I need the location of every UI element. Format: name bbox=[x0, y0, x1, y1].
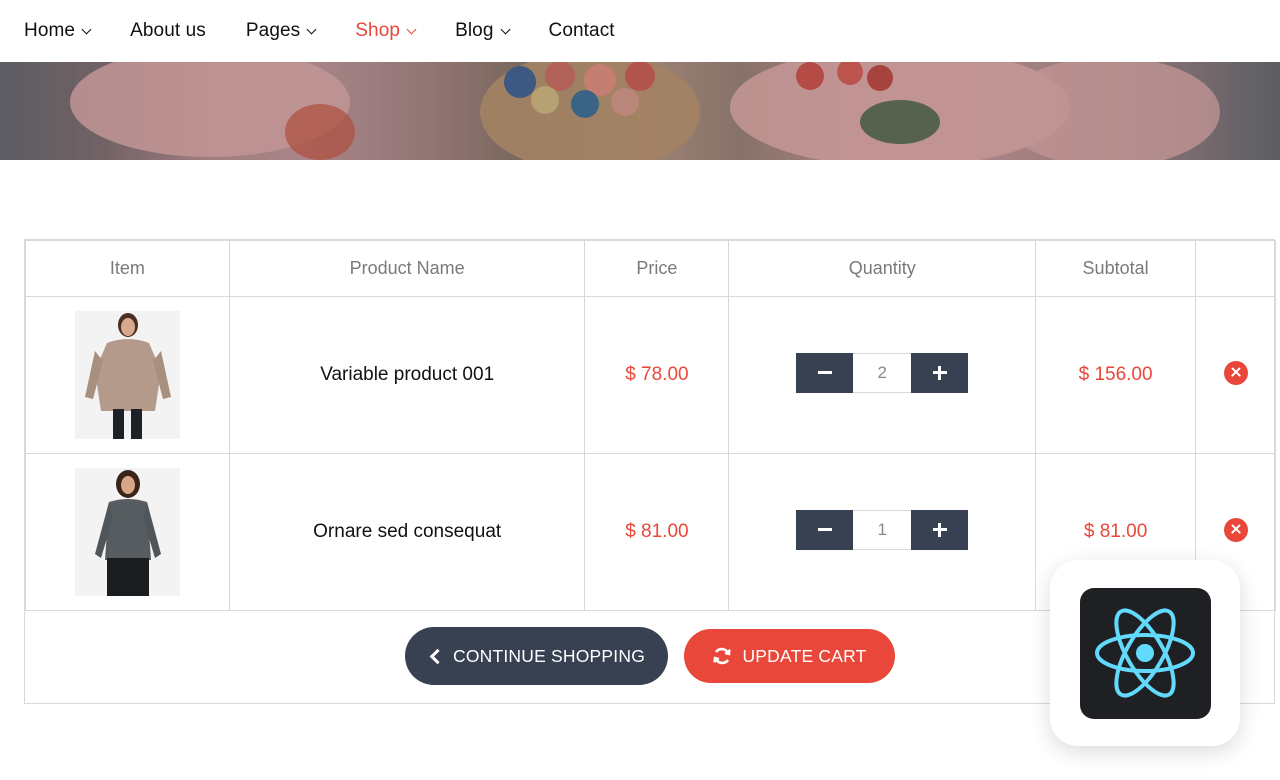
react-badge-tile bbox=[1079, 587, 1211, 719]
continue-shopping-label: CONTINUE SHOPPING bbox=[452, 645, 646, 666]
nav-item-label: Pages bbox=[245, 20, 301, 41]
nav-item-pages[interactable]: Pages bbox=[245, 20, 317, 42]
react-logo-icon bbox=[1095, 608, 1195, 698]
quantity-cell: 1 bbox=[728, 453, 1037, 611]
product-name-cell: Ornare sed consequat bbox=[228, 453, 586, 611]
nav-item-about[interactable]: About us bbox=[130, 20, 206, 42]
chevron-down-icon bbox=[500, 24, 510, 34]
quantity-cell: 2 bbox=[728, 296, 1037, 454]
remove-cell bbox=[1195, 296, 1276, 454]
product-name[interactable]: Ornare sed consequat bbox=[313, 521, 501, 542]
chevron-down-icon bbox=[406, 24, 417, 34]
product-image bbox=[74, 468, 180, 596]
hero-banner bbox=[0, 62, 1280, 160]
nav-item-shop[interactable]: Shop bbox=[355, 20, 417, 42]
remove-item-button[interactable] bbox=[1223, 517, 1248, 542]
header-remove bbox=[1195, 240, 1276, 297]
update-cart-label: UPDATE CART bbox=[742, 645, 867, 666]
plus-icon-vertical bbox=[938, 365, 942, 380]
product-name[interactable]: Variable product 001 bbox=[320, 364, 494, 385]
product-subtotal: $ 156.00 bbox=[1078, 364, 1153, 385]
decrease-quantity-button[interactable] bbox=[796, 509, 854, 550]
item-cell bbox=[25, 296, 230, 454]
header-item: Item bbox=[25, 240, 230, 297]
update-cart-button[interactable]: UPDATE CART bbox=[684, 629, 895, 683]
chevron-left-icon bbox=[428, 648, 446, 664]
nav-item-label: Home bbox=[24, 20, 76, 41]
item-cell bbox=[25, 453, 230, 611]
quantity-stepper: 2 bbox=[796, 352, 969, 393]
subtotal-cell: $ 156.00 bbox=[1035, 296, 1197, 454]
increase-quantity-button[interactable] bbox=[911, 509, 969, 550]
price-cell: $ 78.00 bbox=[584, 296, 730, 454]
minus-icon bbox=[817, 528, 832, 531]
quantity-input[interactable]: 2 bbox=[853, 352, 912, 393]
chevron-down-icon bbox=[81, 24, 92, 34]
nav-item-blog[interactable]: Blog bbox=[455, 20, 510, 42]
chevron-down-icon bbox=[306, 24, 317, 34]
product-thumbnail[interactable] bbox=[74, 311, 180, 439]
product-price: $ 78.00 bbox=[625, 364, 689, 385]
nav-item-label: About us bbox=[130, 20, 206, 41]
product-subtotal: $ 81.00 bbox=[1083, 521, 1148, 542]
product-name-cell: Variable product 001 bbox=[228, 296, 586, 454]
price-cell: $ 81.00 bbox=[584, 453, 730, 611]
nav-item-home[interactable]: Home bbox=[24, 20, 92, 42]
refresh-icon bbox=[712, 646, 732, 666]
remove-item-button[interactable] bbox=[1223, 360, 1248, 385]
nav-item-contact[interactable]: Contact bbox=[549, 20, 615, 42]
main-navigation: Home About us Pages Shop Blog Contact bbox=[0, 0, 1280, 62]
product-thumbnail[interactable] bbox=[74, 468, 180, 596]
increase-quantity-button[interactable] bbox=[911, 352, 969, 393]
quantity-stepper: 1 bbox=[796, 509, 969, 550]
table-header-row: Item Product Name Price Quantity Subtota… bbox=[25, 240, 1276, 297]
react-badge[interactable] bbox=[1050, 560, 1240, 746]
nav-item-label: Shop bbox=[355, 20, 401, 41]
nav-item-label: Blog bbox=[455, 20, 494, 41]
header-price: Price bbox=[584, 240, 730, 297]
header-quantity: Quantity bbox=[728, 240, 1037, 297]
hero-image bbox=[0, 62, 1280, 160]
nav-item-label: Contact bbox=[548, 20, 615, 41]
product-image bbox=[74, 311, 180, 439]
decrease-quantity-button[interactable] bbox=[796, 352, 854, 393]
quantity-input[interactable]: 1 bbox=[853, 509, 912, 550]
cart-table: Item Product Name Price Quantity Subtota… bbox=[25, 240, 1276, 611]
plus-icon-vertical bbox=[938, 522, 942, 537]
continue-shopping-button[interactable]: CONTINUE SHOPPING bbox=[405, 627, 668, 685]
product-price: $ 81.00 bbox=[625, 521, 689, 542]
minus-icon bbox=[817, 371, 832, 374]
header-subtotal: Subtotal bbox=[1035, 240, 1197, 297]
table-row: Variable product 001 $ 78.00 2 $ 156.00 bbox=[25, 296, 1276, 454]
header-product-name: Product Name bbox=[228, 240, 586, 297]
